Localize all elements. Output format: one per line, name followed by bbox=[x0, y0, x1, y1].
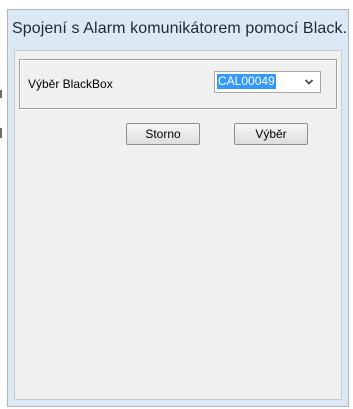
select-button[interactable]: Výběr bbox=[234, 123, 308, 145]
blackbox-select[interactable]: CAL00049 bbox=[214, 71, 321, 93]
blackbox-label: Výběr BlackBox bbox=[28, 77, 113, 91]
title-bar[interactable]: Spojení s Alarm komunikátorem pomocí Bla… bbox=[8, 10, 348, 50]
blackbox-group: Výběr BlackBox CAL00049 bbox=[19, 59, 337, 109]
dialog-body: Výběr BlackBox CAL00049 Storno Výběr bbox=[14, 50, 342, 400]
blackbox-select-value: CAL00049 bbox=[217, 74, 276, 89]
dialog-window: Spojení s Alarm komunikátorem pomocí Bla… bbox=[7, 9, 349, 407]
desktop-background: Spojení s Alarm komunikátorem pomocí Bla… bbox=[0, 0, 353, 409]
background-window-edge bbox=[0, 90, 2, 98]
window-title: Spojení s Alarm komunikátorem pomocí Bla… bbox=[12, 20, 348, 37]
background-window-edge bbox=[0, 128, 2, 138]
chevron-down-icon[interactable] bbox=[303, 76, 315, 88]
cancel-button[interactable]: Storno bbox=[126, 123, 200, 145]
